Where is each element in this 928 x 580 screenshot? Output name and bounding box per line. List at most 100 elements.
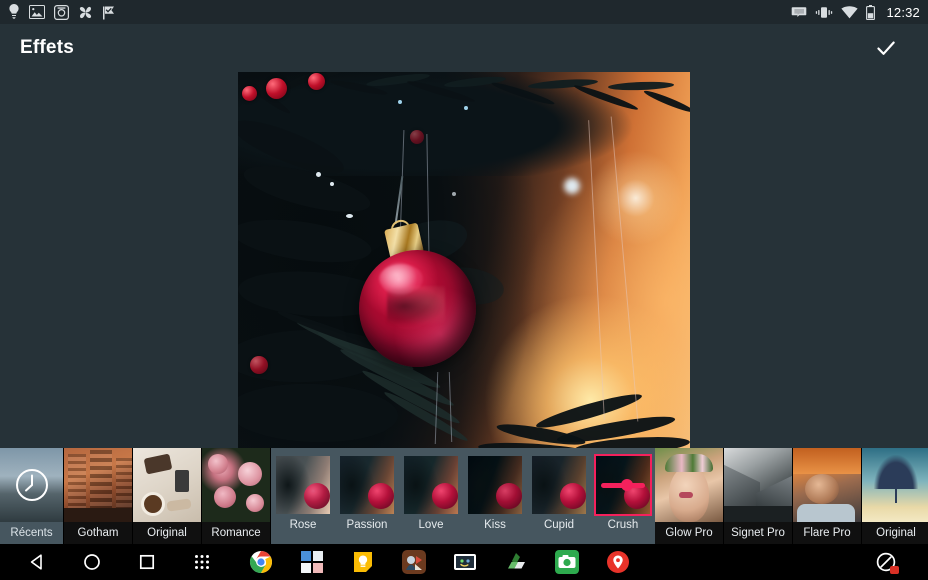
filter-pack-gotham[interactable]: Gotham (64, 448, 133, 544)
status-notification-icons (8, 4, 116, 20)
ornament-ball (359, 250, 476, 367)
lightbulb-icon (9, 4, 19, 19)
back-button[interactable] (26, 551, 48, 573)
intensity-slider[interactable] (601, 479, 645, 491)
filter-preset-list[interactable]: Rose Passion Love Kiss Cupid Crush (271, 448, 655, 544)
photo-berry (266, 78, 287, 99)
photo-berry (308, 73, 325, 90)
status-clock: 12:32 (886, 4, 920, 20)
pack-thumbnail (133, 448, 201, 522)
chrome-icon[interactable] (249, 550, 273, 574)
preset-thumbnail (404, 456, 458, 514)
photo-icon (29, 5, 45, 19)
app-bar-actions (864, 26, 908, 70)
filter-preset-cupid[interactable]: Cupid (527, 448, 591, 544)
filter-strip[interactable]: Récents Gotham Original Romance Rose Pas… (0, 448, 928, 544)
confirm-button[interactable] (864, 26, 908, 70)
screenshot-camera-icon (54, 4, 69, 20)
pack-thumbnail (862, 448, 928, 522)
preset-label: Cupid (543, 519, 575, 531)
preset-thumbnail (276, 456, 330, 514)
clock-icon (15, 469, 48, 501)
windows-grid-icon[interactable] (300, 550, 324, 574)
pack-label: Glow Pro (655, 522, 723, 544)
filter-pack-romance[interactable]: Romance (202, 448, 271, 544)
preset-thumbnail (596, 456, 650, 514)
app-drawer-icon (195, 555, 209, 569)
preview-image[interactable] (238, 72, 690, 454)
pack-label: Romance (202, 522, 270, 544)
filter-preset-love[interactable]: Love (399, 448, 463, 544)
nav-app-tray (249, 550, 630, 574)
preset-label: Kiss (484, 519, 506, 531)
photo-sparkle (452, 192, 456, 196)
pack-thumbnail (655, 448, 723, 522)
preset-thumbnail (340, 456, 394, 514)
pack-label: Signet Pro (724, 522, 792, 544)
filter-pack-recents[interactable]: Récents (0, 448, 64, 544)
photo-sparkle (464, 106, 468, 110)
pack-label: Flare Pro (793, 522, 861, 544)
filter-preset-passion[interactable]: Passion (335, 448, 399, 544)
recents-icon (139, 554, 155, 570)
preset-thumbnail (468, 456, 522, 514)
check-icon (877, 41, 895, 55)
pack-thumbnail (64, 448, 132, 522)
photo-berry (242, 86, 257, 101)
pack-thumbnail (202, 448, 270, 522)
preset-thumbnail (532, 456, 586, 514)
filter-pack-flare-pro[interactable]: Flare Pro (793, 448, 862, 544)
game-icon[interactable] (402, 550, 426, 574)
pack-label: Original (133, 522, 201, 544)
app-screen: 12:32 Effets Récents Gotham Original Rom… (0, 0, 928, 580)
notification-badge (890, 566, 899, 574)
battery-icon (866, 4, 876, 20)
keep-notes-icon[interactable] (351, 550, 375, 574)
maps-alert-icon[interactable] (606, 550, 630, 574)
photo-sparkle (316, 172, 321, 177)
preset-label: Rose (289, 519, 317, 531)
filter-pack-signet-pro[interactable]: Signet Pro (724, 448, 793, 544)
drive-icon[interactable] (504, 550, 528, 574)
filter-preset-kiss[interactable]: Kiss (463, 448, 527, 544)
home-button[interactable] (81, 551, 103, 573)
filter-pack-original-left[interactable]: Original (133, 448, 202, 544)
wifi-icon (841, 5, 859, 18)
photo-berry (250, 356, 268, 374)
status-bar: 12:32 (0, 0, 928, 24)
recents-button[interactable] (136, 551, 158, 573)
editor-canvas (0, 72, 928, 454)
photo-berry (410, 130, 424, 144)
filter-preset-rose[interactable]: Rose (271, 448, 335, 544)
preset-label: Passion (346, 519, 388, 531)
filter-preset-crush[interactable]: Crush (591, 448, 655, 544)
do-not-disturb-icon[interactable] (876, 552, 899, 574)
check-flag-icon (103, 6, 114, 19)
home-icon (84, 554, 100, 570)
nav-right-status (876, 552, 928, 574)
page-title: Effets (20, 37, 74, 58)
status-system-icons: 12:32 (791, 4, 920, 20)
photo-sparkle (330, 182, 334, 186)
photo-sparkle (398, 100, 402, 104)
pack-thumbnail (0, 448, 63, 522)
camera-icon[interactable] (555, 550, 579, 574)
filter-pack-original-right[interactable]: Original (862, 448, 928, 544)
nav-system-buttons (0, 551, 213, 573)
ornament-highlight (379, 264, 423, 294)
cast-screen-icon (792, 6, 807, 17)
app-bar: Effets (0, 24, 928, 72)
app-drawer-button[interactable] (191, 551, 213, 573)
vibrate-icon (816, 6, 833, 18)
photo-sparkle (564, 178, 580, 194)
system-nav-bar (0, 544, 928, 580)
photo-viewer-icon[interactable] (453, 550, 477, 574)
pack-thumbnail (724, 448, 792, 522)
pack-label: Gotham (64, 522, 132, 544)
photo-foliage (238, 72, 690, 454)
preset-label: Crush (607, 519, 639, 531)
back-icon (30, 554, 42, 570)
pinwheel-photos-icon (79, 6, 92, 18)
filter-pack-glow-pro[interactable]: Glow Pro (655, 448, 724, 544)
photo-sparkle (346, 214, 353, 218)
